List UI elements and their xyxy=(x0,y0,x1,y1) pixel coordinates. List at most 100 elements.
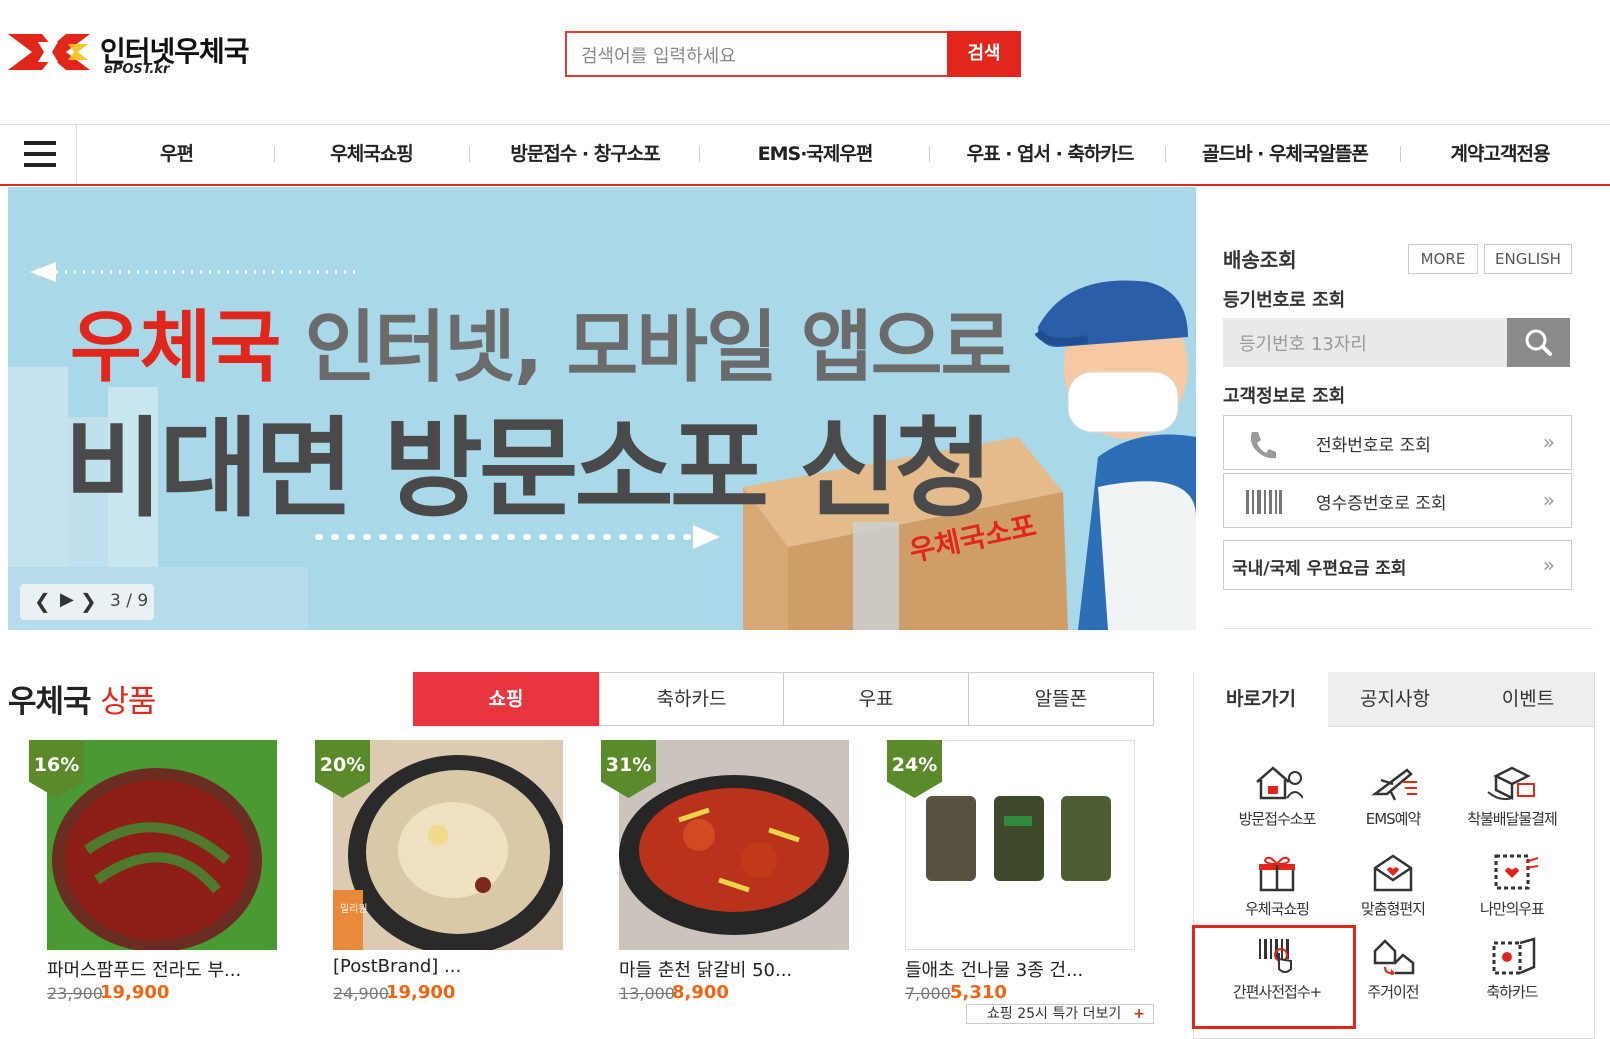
search-input[interactable]: 검색어를 입력하세요 xyxy=(565,31,947,77)
product-name[interactable]: 들애초 건나물 3종 건... xyxy=(905,956,1083,982)
logo-subtitle: ePOST.kr xyxy=(104,62,170,77)
gnb-item-shopping[interactable]: 우체국쇼핑 xyxy=(295,124,448,184)
card-stamp-icon xyxy=(1492,937,1536,975)
barcode-icon xyxy=(1246,490,1282,514)
quick-label: 주거이전 xyxy=(1367,983,1419,1001)
gnb-divider xyxy=(1400,146,1401,162)
product-old-price: 13,000 xyxy=(619,984,675,1003)
tab-shortcuts[interactable]: 바로가기 xyxy=(1194,672,1328,727)
products-title-accent: 상품 xyxy=(100,684,156,720)
tab-mobile[interactable]: 알뜰폰 xyxy=(968,672,1154,726)
banner-headline-main: 비대면 방문소포 신청 xyxy=(64,407,993,532)
chevron-right-icon: » xyxy=(1542,488,1555,512)
postage-lookup-button[interactable]: 국내/국제 우편요금 조회 » xyxy=(1223,540,1572,590)
more-button[interactable]: MORE xyxy=(1408,244,1478,274)
gnb-divider xyxy=(274,146,275,162)
brand-tag: 밀리원 xyxy=(340,904,368,915)
quick-label: 착불배달물결제 xyxy=(1467,810,1558,828)
search-button[interactable]: 검색 xyxy=(947,31,1021,77)
shopping-more-link[interactable]: 쇼핑 25시 특가 더보기 + xyxy=(966,1004,1154,1024)
airplane-icon xyxy=(1371,768,1417,801)
product-price: 19,900 xyxy=(100,982,170,1003)
quick-my-stamp[interactable]: 나만의우표 xyxy=(1462,852,1562,919)
barcode-touch-icon xyxy=(1259,939,1292,973)
banner-slider-control: ❮ ▶ ❯ 3 / 9 xyxy=(20,584,154,620)
tab-stamp[interactable]: 우표 xyxy=(783,672,969,726)
banner-headline-red: 우체국 xyxy=(70,303,281,393)
gnb-item-post[interactable]: 우편 xyxy=(100,124,253,184)
gnb-item-goldbar[interactable]: 골드바 · 우체국알뜰폰 xyxy=(1180,124,1390,184)
gnb-bottom-border xyxy=(0,184,1610,186)
gnb-item-stamp[interactable]: 우표 · 엽서 · 축하카드 xyxy=(945,124,1155,184)
slider-prev-icon[interactable]: ❮ xyxy=(34,589,51,613)
house-courier-icon xyxy=(1256,766,1303,800)
postage-lookup-label: 국내/국제 우편요금 조회 xyxy=(1232,559,1407,579)
gnb-item-ems[interactable]: EMS·국제우편 xyxy=(720,124,910,184)
gnb-item-parcel[interactable]: 방문접수 · 창구소포 xyxy=(480,124,690,184)
main-banner[interactable]: 우체국 인터넷, 모바일 앱으로 비대면 방문소포 신청 우체국소포 xyxy=(8,187,1196,630)
gnb-divider xyxy=(469,146,470,162)
phone-lookup-label: 전화번호로 조회 xyxy=(1316,436,1431,456)
product-old-price: 23,900 xyxy=(47,984,103,1003)
houses-move-icon xyxy=(1373,939,1415,975)
phone-lookup-button[interactable]: 전화번호로 조회 » xyxy=(1223,415,1572,470)
shopping-more-label: 쇼핑 25시 특가 더보기 xyxy=(987,1006,1122,1022)
gnb-divider xyxy=(699,146,700,162)
customer-info-label: 고객정보로 조회 xyxy=(1223,386,1346,407)
quick-label: EMS예약 xyxy=(1365,810,1422,828)
search-icon xyxy=(1525,329,1552,356)
tab-events[interactable]: 이벤트 xyxy=(1462,672,1594,727)
product-name[interactable]: 마들 춘천 닭갈비 50... xyxy=(619,956,792,982)
tab-shopping[interactable]: 쇼핑 xyxy=(413,672,599,726)
panel-divider xyxy=(1223,628,1593,629)
quick-visit-parcel[interactable]: 방문접수소포 xyxy=(1227,762,1327,829)
quick-label: 간편사전접수+ xyxy=(1232,983,1322,1001)
quick-label: 맞춤형편지 xyxy=(1360,900,1426,918)
epost-logo-icon[interactable] xyxy=(8,28,90,76)
quick-easy-prereg[interactable]: 간편사전접수+ xyxy=(1227,935,1327,1002)
slider-play-icon[interactable]: ▶ xyxy=(60,589,74,610)
slider-next-icon[interactable]: ❯ xyxy=(80,589,97,613)
plus-icon: + xyxy=(1133,1006,1145,1022)
quick-label: 우체국쇼핑 xyxy=(1244,900,1310,918)
reg-search-button[interactable] xyxy=(1507,318,1570,367)
quick-cod-payment[interactable]: 착불배달물결제 xyxy=(1462,762,1562,829)
product-price: 19,900 xyxy=(386,982,456,1003)
products-title: 우체국 상품 xyxy=(8,676,156,721)
gnb-divider xyxy=(1165,146,1166,162)
product-price: 8,900 xyxy=(672,982,729,1003)
stamp-icon xyxy=(1494,854,1538,890)
product-old-price: 24,900 xyxy=(333,984,389,1003)
phone-icon xyxy=(1250,432,1276,459)
english-button[interactable]: ENGLISH xyxy=(1484,244,1572,274)
quick-ems[interactable]: EMS예약 xyxy=(1343,762,1443,829)
quick-label: 나만의우표 xyxy=(1479,900,1545,918)
product-name[interactable]: [PostBrand] ... xyxy=(333,956,461,977)
tab-greeting-card[interactable]: 축하카드 xyxy=(599,672,784,726)
quick-label: 방문접수소포 xyxy=(1238,810,1317,828)
chevron-right-icon: » xyxy=(1542,553,1555,577)
reg-number-label: 등기번호로 조회 xyxy=(1223,290,1346,311)
envelope-heart-icon xyxy=(1373,854,1413,892)
slider-counter: 3 / 9 xyxy=(110,591,149,611)
quick-custom-letter[interactable]: 맞춤형편지 xyxy=(1343,852,1443,919)
reg-number-input[interactable]: 등기번호 13자리 xyxy=(1223,318,1507,367)
gnb-item-contract[interactable]: 계약고객전용 xyxy=(1410,124,1590,184)
product-price: 5,310 xyxy=(950,982,1007,1003)
tab-notices[interactable]: 공지사항 xyxy=(1328,672,1462,727)
product-old-price: 7,000 xyxy=(905,984,951,1003)
gift-icon xyxy=(1259,856,1295,892)
receipt-lookup-button[interactable]: 영수증번호로 조회 » xyxy=(1223,473,1572,528)
menu-icon[interactable] xyxy=(8,124,77,184)
chevron-right-icon: » xyxy=(1542,430,1555,454)
gnb-divider xyxy=(929,146,930,162)
quick-label: 축하카드 xyxy=(1486,983,1538,1001)
banner-headline-gray: 인터넷, 모바일 앱으로 xyxy=(304,303,1012,393)
receipt-lookup-label: 영수증번호로 조회 xyxy=(1316,494,1447,514)
box-payment-icon xyxy=(1487,766,1535,801)
quick-greeting-card[interactable]: 축하카드 xyxy=(1462,935,1562,1002)
quick-shopping[interactable]: 우체국쇼핑 xyxy=(1227,852,1327,919)
products-title-main: 우체국 xyxy=(8,684,92,720)
quick-move-address[interactable]: 주거이전 xyxy=(1343,935,1443,1002)
product-name[interactable]: 파머스팜푸드 전라도 부... xyxy=(47,956,241,982)
